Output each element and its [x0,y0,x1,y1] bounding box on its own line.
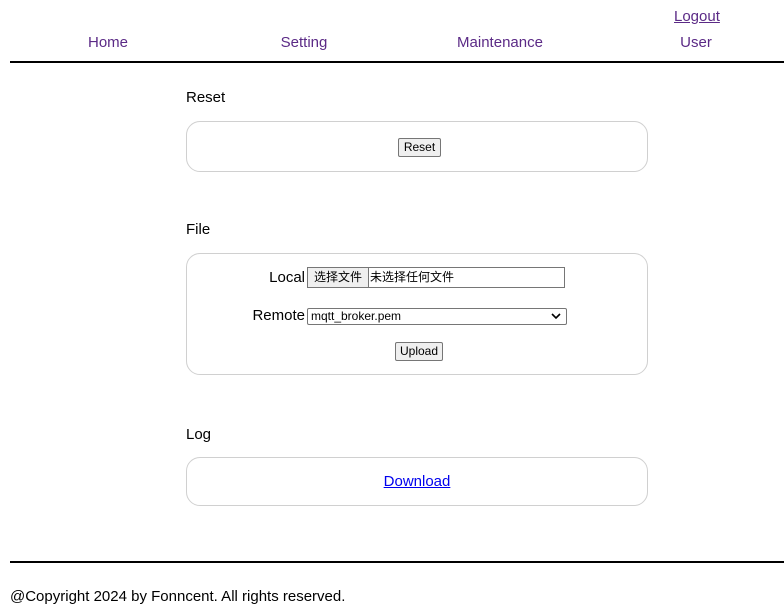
footer-divider [10,561,784,563]
remote-label: Remote [252,307,305,324]
reset-panel: Reset [186,121,648,172]
copyright-text: @Copyright 2024 by Fonncent. All rights … [10,588,346,605]
reset-section-title: Reset [186,89,226,106]
header-divider [10,61,784,63]
download-link[interactable]: Download [187,473,647,490]
log-section-title: Log [186,426,212,443]
file-section-title: File [186,221,211,238]
file-panel: Local 选择文件 未选择任何文件 Remote mqtt_broker.pe… [186,253,648,375]
local-file-input[interactable]: 选择文件 未选择任何文件 [307,267,565,288]
reset-button[interactable]: Reset [398,138,441,157]
upload-button[interactable]: Upload [395,342,443,361]
nav-maintenance[interactable]: Maintenance [402,34,598,51]
choose-file-button[interactable]: 选择文件 [308,268,370,287]
main-nav: Home Setting Maintenance User [10,34,784,54]
logout-link[interactable]: Logout [674,8,720,25]
remote-selected-value: mqtt_broker.pem [311,309,402,323]
file-status-text: 未选择任何文件 [370,270,455,284]
nav-setting[interactable]: Setting [206,34,402,51]
log-panel: Download [186,457,648,506]
local-label: Local [269,269,305,286]
chevron-down-icon [551,313,561,320]
nav-user[interactable]: User [598,34,784,51]
nav-home[interactable]: Home [10,34,206,51]
remote-file-select[interactable]: mqtt_broker.pem [307,308,567,325]
